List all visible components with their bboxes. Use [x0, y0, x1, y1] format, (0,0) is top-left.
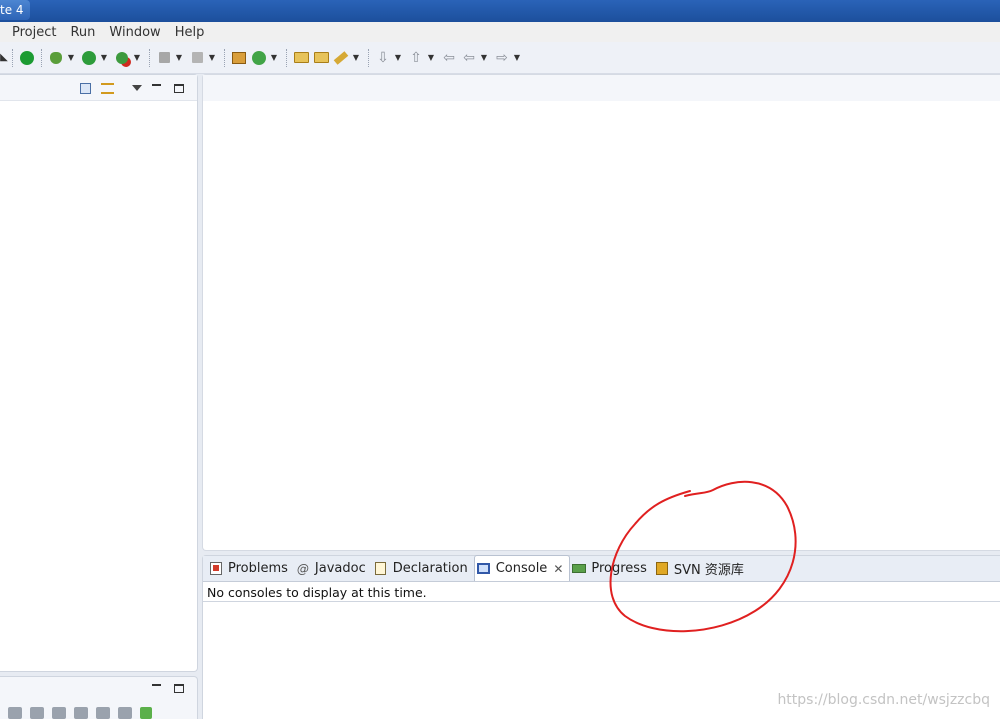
console-icon [477, 562, 491, 576]
debug-icon[interactable] [47, 49, 65, 67]
window-title: te 4 [0, 0, 30, 20]
open-folder-2-icon[interactable] [312, 49, 330, 67]
table-icon[interactable] [96, 707, 110, 719]
power-icon[interactable] [18, 49, 36, 67]
toolbar-separator [41, 48, 42, 67]
forward-dropdown-icon[interactable]: ▼ [512, 53, 522, 62]
prev-annotation-icon[interactable]: ⇧ [407, 49, 425, 67]
run-dropdown-icon[interactable]: ▼ [99, 53, 109, 62]
close-icon[interactable]: ✕ [553, 562, 563, 576]
back-icon[interactable]: ⇦ [440, 49, 458, 67]
progress-icon [572, 562, 587, 576]
link-editor-icon[interactable] [100, 81, 114, 95]
toolbar-separator [224, 48, 225, 67]
minimize-icon[interactable] [149, 681, 163, 695]
previous-dropdown-icon[interactable]: ▼ [479, 53, 489, 62]
edit-icon[interactable] [332, 49, 350, 67]
collapse-all-icon[interactable] [78, 81, 92, 95]
tab-progress[interactable]: Progress [570, 556, 652, 581]
external-tools-dropdown-icon[interactable]: ▼ [132, 53, 142, 62]
maximize-icon[interactable] [172, 681, 186, 695]
toolbar-separator [368, 48, 369, 67]
menu-run[interactable]: Run [70, 25, 95, 40]
disconnect-icon[interactable] [30, 707, 44, 719]
previous-icon[interactable]: ⇦ [460, 49, 478, 67]
package-icon[interactable] [230, 49, 248, 67]
toolbar-separator [12, 48, 13, 67]
tab-label: Progress [591, 561, 647, 576]
next-annotation-icon[interactable]: ⇩ [374, 49, 392, 67]
stop-icon[interactable] [8, 707, 22, 719]
view-menu-icon[interactable] [130, 81, 144, 95]
console-message: No consoles to display at this time. [203, 582, 1000, 602]
editor-area[interactable] [202, 74, 1000, 551]
main-toolbar: ◣ ▼ ▼ ▼ ▼ ▼ ▼ ▼ ⇩ ▼ ⇧ ▼ ⇦ ⇦ ▼ ⇨ ▼ [0, 42, 1000, 74]
watermark: https://blog.csdn.net/wsjzzcbq [777, 692, 990, 708]
svn-icon [655, 562, 669, 576]
bottom-tab-bar: Problems @ Javadoc Declaration Console ✕… [203, 555, 1000, 582]
stop-icon[interactable] [155, 49, 173, 67]
import-icon[interactable] [118, 707, 132, 719]
toolbar-separator [149, 48, 150, 67]
toolbar-separator [286, 48, 287, 67]
tab-label: SVN 资源库 [673, 563, 744, 578]
edit-icon[interactable] [74, 707, 88, 719]
document-icon[interactable] [52, 707, 66, 719]
view-header [0, 75, 197, 101]
tab-label: Declaration [392, 561, 468, 576]
add-icon[interactable] [140, 707, 152, 719]
tab-javadoc[interactable]: @ Javadoc [294, 556, 372, 581]
tab-svn-repository[interactable]: SVN 资源库 [653, 556, 750, 581]
next-annotation-dropdown-icon[interactable]: ▼ [393, 53, 403, 62]
external-tools-icon[interactable] [113, 49, 131, 67]
menu-bar: Project Run Window Help [0, 22, 1000, 42]
tab-declaration[interactable]: Declaration [372, 556, 474, 581]
new-class-icon[interactable] [250, 49, 268, 67]
outline-view [0, 676, 198, 719]
maximize-icon[interactable] [172, 81, 186, 95]
tab-problems[interactable]: Problems [207, 556, 294, 581]
generic-icon[interactable] [188, 49, 206, 67]
problems-icon [209, 562, 223, 576]
run-icon[interactable] [80, 49, 98, 67]
debug-dropdown-icon[interactable]: ▼ [66, 53, 76, 62]
tab-label: Javadoc [314, 561, 366, 576]
menu-help[interactable]: Help [175, 25, 205, 40]
menu-window[interactable]: Window [109, 25, 160, 40]
open-folder-icon[interactable] [292, 49, 310, 67]
view-toolbar [8, 707, 152, 719]
menu-project[interactable]: Project [12, 25, 56, 40]
forward-icon[interactable]: ⇨ [493, 49, 511, 67]
search-icon[interactable]: ◣ [0, 49, 8, 67]
package-explorer-view [0, 74, 198, 672]
stop-dropdown-icon[interactable]: ▼ [174, 53, 184, 62]
at-icon: @ [296, 561, 309, 576]
declaration-icon [374, 562, 388, 576]
minimize-icon[interactable] [149, 81, 163, 95]
prev-annotation-dropdown-icon[interactable]: ▼ [426, 53, 436, 62]
edit-dropdown-icon[interactable]: ▼ [351, 53, 361, 62]
tab-console[interactable]: Console ✕ [473, 555, 571, 581]
title-bar: te 4 [0, 0, 1000, 22]
new-class-dropdown-icon[interactable]: ▼ [269, 53, 279, 62]
editor-tab-strip [203, 75, 1000, 101]
tab-label: Problems [228, 561, 288, 576]
generic-dropdown-icon[interactable]: ▼ [207, 53, 217, 62]
tab-label: Console [495, 561, 548, 576]
